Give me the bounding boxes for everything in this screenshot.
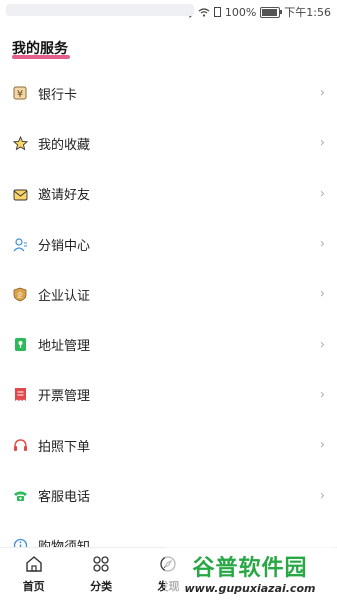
chevron-right-icon: › (319, 236, 325, 252)
battery-icon (260, 6, 283, 18)
menu-item-bank-card[interactable]: ¥ 银行卡 › (0, 68, 337, 118)
menu-item-label: 分销中心 (38, 238, 91, 254)
sim-icon (213, 7, 221, 17)
star-icon (12, 135, 28, 151)
tab-label: 首页 (22, 580, 45, 593)
menu-item-label: 客服电话 (38, 490, 91, 506)
chevron-right-icon: › (319, 186, 325, 202)
chevron-right-icon: › (319, 85, 325, 101)
invoice-icon (12, 387, 28, 403)
status-bar-notification-area (6, 4, 194, 16)
svg-text:企: 企 (17, 291, 23, 299)
grid-icon (91, 554, 111, 574)
chevron-right-icon: › (319, 488, 325, 504)
menu-item-label: 银行卡 (38, 87, 78, 103)
menu-item-address-management[interactable]: 地址管理 › (0, 319, 337, 369)
envelope-icon (12, 186, 28, 202)
address-book-icon (12, 337, 28, 353)
menu-item-label: 开票管理 (38, 389, 91, 405)
chevron-right-icon: › (319, 135, 325, 151)
wifi-icon (198, 7, 210, 17)
status-bar: 100% 下午1:56 (0, 0, 337, 24)
menu-item-label: 我的收藏 (38, 137, 91, 153)
chevron-right-icon: › (319, 387, 325, 403)
svg-text:¥: ¥ (17, 89, 23, 100)
menu-item-enterprise-certification[interactable]: 企 企业认证 › (0, 269, 337, 319)
user-share-icon (12, 236, 28, 252)
menu-item-distribution-center[interactable]: 分销中心 › (0, 219, 337, 269)
watermark-logo: 谷普软件园 www.gupuxiazai.com (165, 546, 335, 598)
home-icon (24, 554, 44, 574)
chevron-right-icon: › (319, 437, 325, 453)
battery-percent: 100% (224, 5, 257, 19)
status-time: 下午1:56 (284, 6, 331, 19)
chevron-right-icon: › (319, 337, 325, 353)
menu-item-label: 邀请好友 (38, 188, 91, 204)
watermark-title: 谷普软件园 (192, 555, 308, 581)
tab-label: 分类 (90, 580, 113, 593)
headset-icon (12, 437, 28, 453)
menu-item-label: 地址管理 (38, 339, 91, 355)
tab-home[interactable]: 首页 (4, 554, 64, 594)
tab-category[interactable]: 分类 (71, 554, 131, 594)
watermark-url: www.gupuxiazai.com (184, 581, 316, 595)
shield-icon: 企 (12, 286, 28, 302)
menu-item-invoice-management[interactable]: 开票管理 › (0, 370, 337, 420)
service-menu: ¥ 银行卡 › 我的收藏 › 邀请好友 › 分销中心 › 企 企业认证 › 地址… (0, 68, 337, 571)
menu-item-favorites[interactable]: 我的收藏 › (0, 118, 337, 168)
bank-card-icon: ¥ (12, 85, 28, 101)
chevron-right-icon: › (319, 286, 325, 302)
menu-item-photo-order[interactable]: 拍照下单 › (0, 420, 337, 470)
menu-item-invite-friends[interactable]: 邀请好友 › (0, 169, 337, 219)
phone-icon (12, 488, 28, 504)
menu-item-label: 企业认证 (38, 288, 91, 304)
menu-item-label: 拍照下单 (38, 439, 91, 455)
section-title-underline (12, 55, 70, 59)
menu-item-customer-service-phone[interactable]: 客服电话 › (0, 470, 337, 520)
